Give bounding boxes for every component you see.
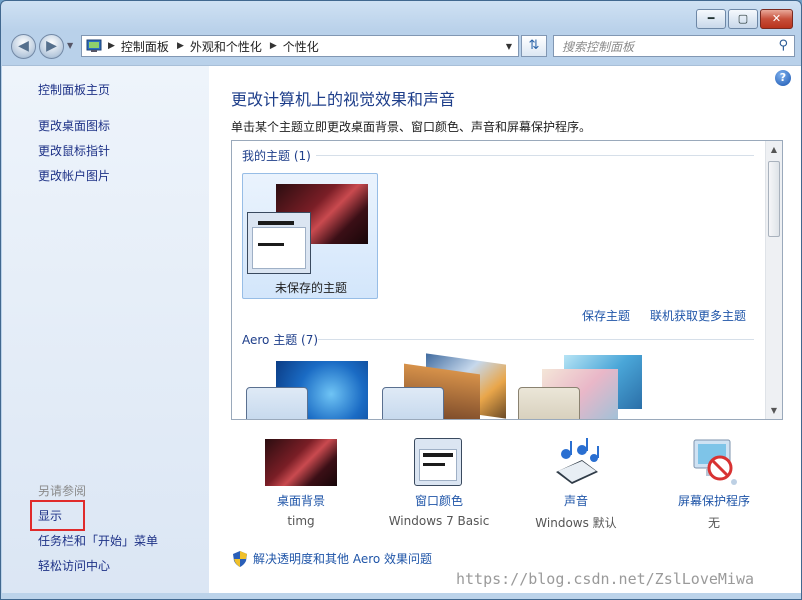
breadcrumb-separator-icon: ▶ — [176, 41, 184, 51]
breadcrumb-appearance[interactable]: 外观和个性化 — [190, 38, 262, 55]
page-title: 更改计算机上的视觉效果和声音 — [231, 90, 456, 109]
breadcrumb-personalization[interactable]: 个性化 — [283, 38, 319, 55]
get-more-themes-link[interactable]: 联机获取更多主题 — [650, 307, 746, 324]
breadcrumb-separator-icon: ▶ — [108, 41, 115, 51]
breadcrumb-control-panel[interactable]: 控制面板 — [121, 38, 169, 55]
sidebar-link-ease-of-access[interactable]: 轻松访问中心 — [38, 557, 110, 574]
recent-pages-dropdown[interactable]: ▼ — [67, 41, 73, 50]
forward-button[interactable]: ▶ — [39, 34, 64, 59]
screen-saver-label[interactable]: 屏幕保护程序 — [654, 492, 774, 509]
search-placeholder: 搜索控制面板 — [562, 39, 635, 54]
scrollbar-thumb[interactable] — [768, 161, 780, 237]
sounds-icon — [556, 438, 599, 484]
sidebar-link-mouse-pointers[interactable]: 更改鼠标指针 — [38, 142, 110, 159]
window-color-label[interactable]: 窗口颜色 — [379, 492, 499, 509]
window-color-icon — [414, 438, 462, 486]
sidebar-link-control-panel-home[interactable]: 控制面板主页 — [38, 81, 110, 98]
aero-troubleshoot-label[interactable]: 解决透明度和其他 Aero 效果问题 — [253, 550, 432, 567]
control-panel-window: ━ ▢ ✕ ◀ ▶ ▼ ▶ 控制面板 ▶ 外观和个性化 ▶ 个性化 ▼ ⇅ 搜索… — [0, 0, 802, 600]
save-theme-link[interactable]: 保存主题 — [582, 307, 630, 324]
desktop-background-value: timg — [287, 514, 315, 528]
page-subtitle: 单击某个主题立即更改桌面背景、窗口颜色、声音和屏幕保护程序。 — [231, 120, 592, 134]
back-button[interactable]: ◀ — [11, 34, 36, 59]
theme-gallery: 我的主题 (1) 未保存的主题 保存主题 联机获取更多主题 Aero 主题 (7… — [231, 140, 783, 420]
my-themes-heading: 我的主题 (1) — [242, 149, 311, 163]
window-color-icon — [382, 387, 444, 419]
search-input[interactable]: 搜索控制面板 ⚲ — [553, 35, 795, 57]
sidebar-link-taskbar-start-menu[interactable]: 任务栏和「开始」菜单 — [38, 532, 158, 549]
main-content: ? 更改计算机上的视觉效果和声音 单击某个主题立即更改桌面背景、窗口颜色、声音和… — [209, 65, 801, 593]
scroll-down-icon[interactable]: ▼ — [766, 406, 782, 415]
theme-architecture[interactable] — [382, 353, 506, 419]
screen-saver-value: 无 — [707, 516, 720, 530]
sounds-label[interactable]: 声音 — [516, 492, 636, 509]
sidebar-link-desktop-icons[interactable]: 更改桌面图标 — [38, 117, 110, 134]
breadcrumb-separator-icon: ▶ — [269, 41, 277, 51]
window-color-icon — [518, 387, 580, 419]
shield-icon — [233, 550, 247, 567]
help-icon[interactable]: ? — [775, 70, 791, 86]
window-color-icon — [246, 387, 308, 419]
theme-characters[interactable] — [518, 355, 642, 419]
desktop-background-icon — [265, 439, 337, 486]
arrow-left-icon: ◀ — [18, 38, 29, 54]
scroll-up-icon[interactable]: ▲ — [766, 145, 782, 154]
control-panel-icon — [86, 39, 102, 52]
theme-windows7[interactable] — [246, 361, 370, 419]
group-divider — [318, 339, 754, 340]
theme-gallery-scrollbar[interactable]: ▲ ▼ — [765, 141, 782, 419]
see-also-heading: 另请参阅 — [38, 484, 87, 498]
sidebar-link-account-picture[interactable]: 更改帐户图片 — [38, 167, 110, 184]
window-color-icon — [247, 212, 311, 274]
group-divider — [316, 155, 754, 156]
search-icon[interactable]: ⚲ — [778, 38, 788, 53]
maximize-button[interactable]: ▢ — [728, 9, 758, 29]
minimize-button[interactable]: ━ — [696, 9, 726, 29]
close-button[interactable]: ✕ — [760, 9, 793, 29]
desktop-background-label[interactable]: 桌面背景 — [241, 492, 361, 509]
theme-unsaved[interactable]: 未保存的主题 — [242, 173, 378, 299]
address-dropdown-icon[interactable]: ▼ — [506, 42, 512, 51]
refresh-icon: ⇅ — [528, 38, 540, 53]
sidebar-link-display[interactable]: 显示 — [38, 507, 62, 524]
arrow-right-icon: ▶ — [46, 38, 57, 54]
refresh-button[interactable]: ⇅ — [521, 35, 547, 57]
aero-troubleshoot-link[interactable]: 解决透明度和其他 Aero 效果问题 — [233, 550, 432, 567]
aero-themes-heading: Aero 主题 (7) — [242, 333, 319, 347]
theme-unsaved-label: 未保存的主题 — [274, 281, 347, 295]
sidebar: 控制面板主页 更改桌面图标 更改鼠标指针 更改帐户图片 另请参阅 显示 任务栏和… — [2, 65, 209, 593]
address-bar[interactable]: ▶ 控制面板 ▶ 外观和个性化 ▶ 个性化 ▼ — [81, 35, 519, 57]
window-color-value: Windows 7 Basic — [388, 514, 490, 528]
watermark: https://blog.csdn.net/ZslLoveMiwa — [456, 570, 755, 588]
sounds-value: Windows 默认 — [535, 516, 617, 530]
screen-saver-icon — [693, 439, 737, 485]
